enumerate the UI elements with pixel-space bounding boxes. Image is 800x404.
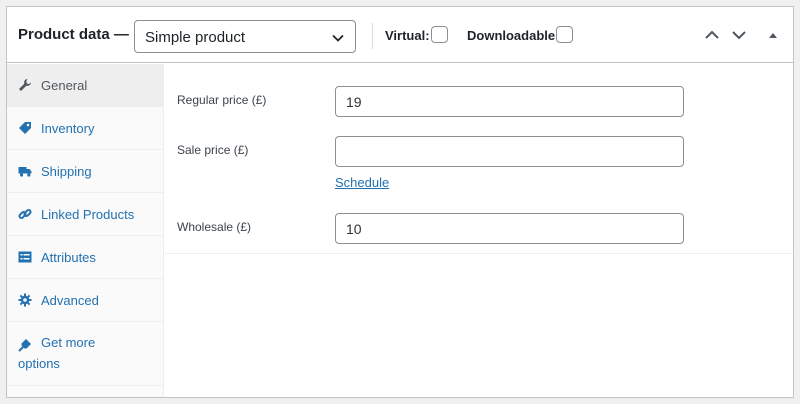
tab-get-more-options[interactable]: Get more options: [7, 322, 164, 386]
tab-advanced[interactable]: Advanced: [7, 279, 164, 322]
tab-label: Advanced: [41, 293, 99, 308]
wrench-icon: [19, 79, 31, 91]
product-type-select[interactable]: Simple product: [134, 20, 356, 53]
general-panel: Regular price (£) Sale price (£) Schedul…: [165, 64, 793, 397]
link-icon: [18, 208, 32, 220]
tag-icon: [19, 122, 31, 134]
tab-inventory[interactable]: Inventory: [7, 107, 164, 150]
collapse-toggle-icon[interactable]: [765, 27, 781, 43]
tab-label: Shipping: [41, 164, 92, 179]
downloadable-label: Downloadable:: [467, 28, 560, 43]
schedule-link[interactable]: Schedule: [335, 175, 389, 190]
product-data-tabs: General Inventory Shipping Linked Produc…: [7, 64, 164, 397]
tab-label: Inventory: [41, 121, 95, 136]
move-up-icon[interactable]: [704, 27, 720, 43]
tab-attributes[interactable]: Attributes: [7, 236, 164, 279]
wholesale-price-label: Wholesale (£): [177, 220, 252, 234]
wholesale-price-input[interactable]: [335, 213, 684, 244]
tab-label-line1: Get more: [41, 335, 96, 350]
regular-price-input[interactable]: [335, 86, 684, 117]
list-icon: [18, 251, 32, 263]
pricing-options-group: Regular price (£) Sale price (£) Schedul…: [165, 64, 793, 254]
tab-label: Linked Products: [41, 207, 135, 222]
tab-label-line2: options: [18, 356, 60, 371]
gear-icon: [18, 293, 32, 307]
plug-icon: [18, 339, 31, 352]
tab-label: General: [41, 78, 88, 93]
sale-price-label: Sale price (£): [177, 143, 249, 157]
tab-shipping[interactable]: Shipping: [7, 150, 164, 193]
virtual-label: Virtual:: [385, 28, 430, 43]
product-type-value: Simple product: [145, 29, 246, 46]
regular-price-label: Regular price (£): [177, 93, 267, 107]
tab-general[interactable]: General: [7, 64, 164, 107]
truck-icon: [18, 167, 32, 177]
move-down-icon[interactable]: [731, 27, 747, 43]
downloadable-checkbox[interactable]: [556, 26, 573, 43]
product-data-panel: Product data — Simple product Virtual: D…: [6, 6, 794, 398]
tab-linked-products[interactable]: Linked Products: [7, 193, 164, 236]
virtual-checkbox[interactable]: [431, 26, 448, 43]
tab-label: Attributes: [41, 250, 96, 265]
chevron-down-icon: [332, 34, 344, 42]
header-divider: [372, 23, 373, 49]
panel-title: Product data —: [18, 26, 129, 43]
sale-price-input[interactable]: [335, 136, 684, 167]
product-data-header: Product data — Simple product Virtual: D…: [7, 7, 793, 63]
